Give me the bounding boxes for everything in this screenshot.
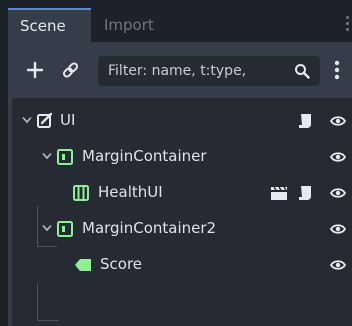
- chevron-down-icon[interactable]: [22, 116, 32, 124]
- tree-row-margincontainer2[interactable]: MarginContainer2: [12, 211, 352, 247]
- node-name: Score: [100, 255, 143, 273]
- tree-row-ui[interactable]: UI: [12, 103, 352, 139]
- script-icon[interactable]: [298, 185, 312, 201]
- tree-guide: [37, 283, 38, 321]
- chain-link-icon: [62, 62, 79, 78]
- visibility-eye-icon[interactable]: [330, 222, 346, 236]
- tree-guide: [37, 320, 59, 321]
- magnifier-icon: [295, 64, 310, 79]
- filter-input[interactable]: [98, 56, 298, 86]
- filter-field[interactable]: [98, 56, 320, 86]
- vertical-dots-icon: [334, 60, 340, 80]
- tree-row-margincontainer[interactable]: MarginContainer: [12, 139, 352, 175]
- node-name: MarginContainer: [82, 147, 207, 165]
- visibility-eye-icon[interactable]: [330, 114, 346, 128]
- script-icon[interactable]: [298, 113, 312, 129]
- tree-row-score[interactable]: Score: [12, 247, 352, 283]
- visibility-eye-icon[interactable]: [330, 150, 346, 164]
- scene-toolbar: [8, 42, 352, 98]
- hbox-container-icon: [73, 185, 89, 201]
- instance-child-scene-button[interactable]: [58, 56, 84, 84]
- node-name: HealthUI: [98, 183, 163, 201]
- tab-scene[interactable]: Scene: [8, 8, 91, 42]
- dock-tab-bar: Scene Import: [0, 0, 352, 42]
- visibility-eye-icon[interactable]: [330, 186, 346, 200]
- scene-dock-panel: UI MarginContainer: [8, 42, 352, 326]
- margin-container-icon: [57, 149, 73, 165]
- tab-import[interactable]: Import: [92, 8, 166, 42]
- add-node-button[interactable]: [22, 56, 48, 84]
- control-node-icon: [37, 112, 53, 128]
- node-name: UI: [60, 111, 76, 129]
- node-name: MarginContainer2: [82, 219, 217, 237]
- dock-grip-icon[interactable]: [346, 16, 349, 34]
- chevron-down-icon[interactable]: [42, 152, 52, 160]
- scene-menu-button[interactable]: [324, 56, 350, 84]
- visibility-eye-icon[interactable]: [330, 258, 346, 272]
- instance-scene-icon[interactable]: [270, 186, 288, 201]
- margin-container-icon: [57, 221, 73, 237]
- label-node-icon: [75, 259, 91, 271]
- chevron-down-icon[interactable]: [42, 224, 52, 232]
- tree-row-healthui[interactable]: HealthUI: [12, 175, 352, 211]
- scene-tree: UI MarginContainer HealthUI MarginContai…: [12, 98, 352, 326]
- plus-icon: [26, 61, 44, 79]
